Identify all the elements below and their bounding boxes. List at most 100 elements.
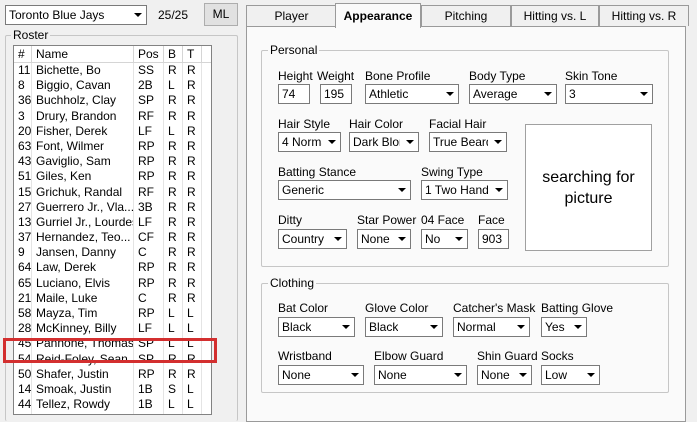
player-throws: L	[183, 397, 202, 413]
chevron-down-icon[interactable]	[338, 318, 354, 336]
height-field[interactable]: 74	[278, 84, 310, 104]
chevron-down-icon[interactable]	[330, 230, 346, 248]
shin-guard-select[interactable]: None	[477, 365, 532, 385]
roster-row[interactable]: 8 Biggio, Cavan 2B L R	[14, 78, 211, 94]
swing-type-label: Swing Type	[421, 165, 483, 179]
roster-row[interactable]: 65 Luciano, Elvis RP R R	[14, 275, 211, 291]
chevron-down-icon[interactable]	[347, 366, 363, 384]
roster-row[interactable]: 58 Mayza, Tim RP L L	[14, 306, 211, 322]
column-header-pos[interactable]: Pos	[134, 46, 164, 63]
face-field[interactable]: 903	[478, 229, 509, 249]
batting-stance-label: Batting Stance	[278, 165, 357, 179]
column-header-name[interactable]: Name	[32, 46, 134, 63]
player-position: RP	[134, 138, 164, 155]
facial-hair-select[interactable]: True Beards	[429, 132, 507, 152]
roster-row[interactable]: 44 Tellez, Rowdy 1B L L	[14, 397, 211, 413]
swing-type-select[interactable]: 1 Two Hands	[421, 180, 508, 200]
body-type-select[interactable]: Average	[469, 84, 557, 104]
face-04-select[interactable]: No	[421, 229, 468, 249]
hair-style-value: 4 Normal	[282, 135, 322, 149]
player-bats: R	[164, 154, 183, 170]
chevron-down-icon[interactable]	[491, 181, 507, 199]
chevron-down-icon[interactable]	[513, 318, 529, 336]
roster-row[interactable]: 14 Smoak, Justin 1B S L	[14, 381, 211, 398]
ml-button[interactable]: ML	[204, 3, 238, 26]
roster-row[interactable]: 3 Drury, Brandon RF R R	[14, 108, 211, 124]
roster-row[interactable]: 50 Shafer, Justin RP R R	[14, 366, 211, 382]
chevron-down-icon[interactable]	[451, 230, 467, 248]
player-name: Mayza, Tim	[32, 306, 134, 322]
chevron-down-icon[interactable]	[394, 181, 410, 199]
hair-style-select[interactable]: 4 Normal	[278, 132, 341, 152]
chevron-down-icon[interactable]	[636, 85, 652, 103]
tab-appearance[interactable]: Appearance	[335, 3, 421, 28]
bone-profile-select[interactable]: Athletic	[365, 84, 459, 104]
player-name: Hernandez, Teo...	[32, 230, 134, 246]
player-throws: R	[183, 108, 202, 124]
glove-color-select[interactable]: Black	[365, 317, 443, 337]
chevron-down-icon[interactable]	[515, 366, 531, 384]
roster-row[interactable]: 9 Jansen, Danny C R R	[14, 245, 211, 261]
column-header-bats[interactable]: B	[164, 46, 183, 63]
glove-color-value: Black	[369, 320, 399, 334]
roster-row[interactable]: 43 Gaviglio, Sam RP R R	[14, 154, 211, 170]
roster-row[interactable]: 15 Grichuk, Randal RF R R	[14, 184, 211, 200]
star-power-label: Star Power	[357, 213, 417, 227]
tab-pitching[interactable]: Pitching	[421, 5, 511, 26]
chevron-down-icon[interactable]	[583, 366, 599, 384]
hair-color-select[interactable]: Dark Blonde	[349, 132, 419, 152]
chevron-down-icon[interactable]	[130, 6, 146, 24]
tab-hitting-vs-l[interactable]: Hitting vs. L	[511, 5, 599, 26]
roster-row[interactable]: 13 Gurriel Jr., Lourdes LF R R	[14, 214, 211, 231]
ml-button-label: ML	[212, 7, 230, 21]
roster-row[interactable]: 57Thornton, TrentSPRR	[14, 412, 211, 414]
tab-hitting-vs-r[interactable]: Hitting vs. R	[599, 5, 689, 26]
player-name: Buchholz, Clay	[32, 93, 134, 109]
elbow-guard-select[interactable]: None	[374, 365, 467, 385]
roster-row[interactable]: 28 McKinney, Billy LF L L	[14, 321, 211, 337]
height-value: 74	[282, 87, 296, 101]
roster-row[interactable]: 63 Font, Wilmer RP R R	[14, 138, 211, 155]
elbow-guard-value: None	[378, 368, 407, 382]
roster-row[interactable]: 64 Law, Derek RP R R	[14, 260, 211, 276]
roster-row[interactable]: 36 Buchholz, Clay SP R R	[14, 93, 211, 109]
elbow-guard-label: Elbow Guard	[374, 349, 444, 363]
chevron-down-icon[interactable]	[490, 133, 506, 151]
chevron-down-icon[interactable]	[540, 85, 556, 103]
socks-select[interactable]: Low	[541, 365, 600, 385]
catchers-mask-label: Catcher's Mask	[453, 301, 536, 315]
wristband-select[interactable]: None	[278, 365, 364, 385]
chevron-down-icon[interactable]	[450, 366, 466, 384]
batting-stance-select[interactable]: Generic	[278, 180, 411, 200]
roster-row[interactable]: 51 Giles, Ken RP R R	[14, 169, 211, 185]
player-throws: L	[183, 306, 202, 322]
chevron-down-icon[interactable]	[426, 318, 442, 336]
bat-color-select[interactable]: Black	[278, 317, 355, 337]
chevron-down-icon[interactable]	[394, 230, 410, 248]
team-select[interactable]: Toronto Blue Jays	[5, 5, 147, 25]
column-header-number[interactable]: #	[14, 46, 32, 63]
star-power-select[interactable]: None	[357, 229, 411, 249]
player-throws: R	[183, 245, 202, 261]
roster-row[interactable]: 20 Fisher, Derek LF L R	[14, 123, 211, 139]
batting-glove-label: Batting Glove	[541, 301, 614, 315]
chevron-down-icon[interactable]	[442, 85, 458, 103]
roster-row[interactable]: 37 Hernandez, Teo... CF R R	[14, 230, 211, 246]
batting-glove-select[interactable]: Yes	[541, 317, 587, 337]
catchers-mask-select[interactable]: Normal	[453, 317, 530, 337]
roster-row[interactable]: 11 Bichette, Bo SS R R	[14, 63, 211, 79]
socks-value: Low	[545, 368, 568, 382]
roster-row[interactable]: 21 Maile, Luke C R R	[14, 290, 211, 306]
ditty-select[interactable]: Country	[278, 229, 347, 249]
tab-player[interactable]: Player	[246, 5, 337, 26]
roster-row[interactable]: 27 Guerrero Jr., Vla... 3B R R	[14, 199, 211, 215]
bat-color-label: Bat Color	[278, 301, 329, 315]
chevron-down-icon[interactable]	[570, 318, 586, 336]
chevron-down-icon[interactable]	[402, 133, 418, 151]
skin-tone-select[interactable]: 3	[565, 84, 653, 104]
column-header-throws[interactable]: T	[183, 46, 202, 63]
weight-field[interactable]: 195	[320, 84, 352, 104]
player-number: 28	[14, 321, 32, 337]
chevron-down-icon[interactable]	[324, 133, 340, 151]
player-number: 43	[14, 154, 32, 170]
